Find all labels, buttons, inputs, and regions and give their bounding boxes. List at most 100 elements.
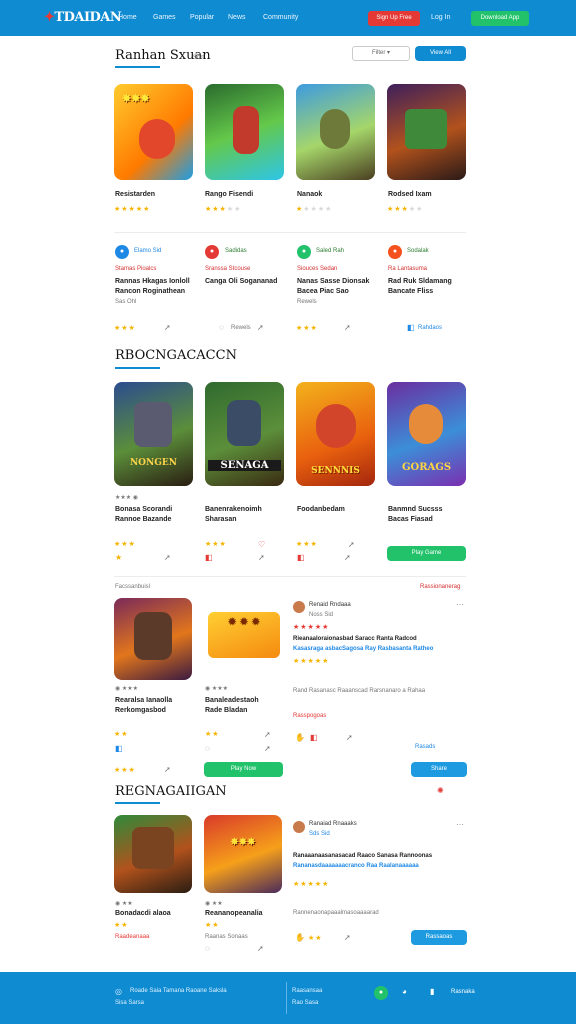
heart-icon[interactable]: ♡	[258, 540, 265, 549]
post-text[interactable]: Bacea Piac Sao	[297, 288, 349, 295]
game-title[interactable]: Banmnd Sucsss	[388, 506, 442, 513]
footer-text[interactable]: Raasansaa	[292, 988, 322, 994]
game-thumb-6[interactable]: SENAGA	[205, 382, 284, 486]
share-icon[interactable]: ➚	[264, 730, 271, 739]
footer-text[interactable]: Sisa Sarsa	[115, 1000, 144, 1006]
section1-sort[interactable]: Sort	[193, 55, 204, 61]
play-game-button[interactable]: Play Game	[387, 546, 466, 561]
bookmark-icon[interactable]: ◧	[407, 323, 415, 332]
share-icon[interactable]: ➚	[348, 540, 355, 549]
footer-brand[interactable]: Rasnaka	[451, 989, 475, 995]
comment-user[interactable]: Renaid Rndaaa	[309, 602, 351, 608]
section3-right-label[interactable]: Rassionanerag	[420, 584, 460, 590]
game-title[interactable]: Rango Fisendi	[205, 191, 253, 198]
game-title[interactable]: Nanaok	[297, 191, 322, 198]
reply-button[interactable]: Rassaoas	[411, 930, 467, 945]
game-title[interactable]: Foodanbedam	[297, 506, 345, 513]
nav-games[interactable]: Games	[153, 14, 176, 21]
share-icon[interactable]: ➚	[164, 765, 171, 774]
game-title[interactable]: Banaleadestaoh	[205, 697, 259, 704]
comment-text: Rieanaaloraionasbad Saracc Ranta Radcod	[293, 636, 417, 642]
nav-news[interactable]: News	[228, 14, 246, 21]
share-icon[interactable]: ➚	[344, 553, 351, 562]
game-thumb-9[interactable]	[114, 598, 192, 680]
game-meta: ◉ ★★	[115, 901, 133, 907]
post-author[interactable]: Sadidas	[225, 248, 247, 254]
bubble-icon[interactable]: ◕	[402, 987, 407, 996]
share-icon[interactable]: ➚	[264, 744, 271, 753]
share-icon[interactable]: ➚	[344, 933, 351, 942]
post-text[interactable]: Rancon Roginathean	[115, 288, 185, 295]
comment-more[interactable]: Rasspogoas	[293, 713, 326, 719]
phone-icon[interactable]: ▮	[430, 987, 434, 996]
chat-icon[interactable]: ●	[374, 986, 388, 1000]
game-thumb-5[interactable]: NONGEN	[114, 382, 193, 486]
hand-icon[interactable]: ✋	[295, 733, 305, 742]
download-button[interactable]: Download App	[471, 11, 529, 26]
game-thumb-1[interactable]: ✸✸✸	[114, 84, 193, 180]
comment-icon[interactable]: ◌	[219, 323, 224, 332]
game-title[interactable]: Resistarden	[115, 191, 155, 198]
section3-label: Facssanbuisl	[115, 584, 151, 590]
post-author[interactable]: Saled Rah	[316, 248, 344, 254]
rating-stars: ★★	[114, 731, 129, 738]
flame-icon[interactable]: ✺	[437, 786, 444, 795]
hand-icon[interactable]: ✋	[295, 933, 305, 942]
share-icon[interactable]: ➚	[257, 323, 264, 332]
game-title[interactable]: Bonasa Scorandi	[115, 506, 172, 513]
post-text[interactable]: Nanas Sasse Dionsak	[297, 278, 369, 285]
game-thumb-11[interactable]	[114, 815, 192, 893]
thumb-logo: ✸✸✸	[230, 837, 256, 848]
game-title[interactable]: Rearalsa Ianaolla	[115, 697, 172, 704]
rating-stars: ★★	[205, 731, 220, 738]
post-text[interactable]: Rad Ruk Sldamang	[388, 278, 452, 285]
share-button[interactable]: Share	[411, 762, 467, 777]
post-text[interactable]: Rannas Hkagas Ionloll	[115, 278, 190, 285]
bookmark-icon[interactable]: ◧	[310, 733, 318, 742]
login-link[interactable]: Log In	[431, 14, 450, 21]
post-text[interactable]: Bancate Fliss	[388, 288, 433, 295]
bookmark-icon[interactable]: ◧	[115, 744, 123, 753]
globe-icon: ◎	[115, 987, 122, 996]
filter-select[interactable]: Filter ▾	[352, 46, 410, 61]
share-icon[interactable]: ➚	[257, 944, 264, 953]
author-avatar: ●	[297, 245, 311, 259]
share-icon[interactable]: ➚	[344, 323, 351, 332]
footer-text[interactable]: Rao Sasa	[292, 1000, 318, 1006]
share-icon[interactable]: ➚	[346, 733, 353, 742]
post-author[interactable]: Elamo Sid	[134, 248, 161, 254]
post-text[interactable]: Canga Oli Sogananad	[205, 278, 277, 285]
game-thumb-7[interactable]: SENNNIS	[296, 382, 375, 486]
comment-icon[interactable]: ◌	[205, 744, 210, 753]
share-icon[interactable]: ➚	[258, 553, 265, 562]
character-figure	[134, 612, 172, 660]
comment-icon[interactable]: ◌	[205, 944, 210, 953]
bookmark-icon[interactable]: ◧	[297, 553, 305, 562]
nav-home[interactable]: Home	[118, 14, 137, 21]
more-icon[interactable]: ···	[456, 600, 464, 609]
game-thumb-12[interactable]: ✸✸✸	[204, 815, 282, 893]
bookmark-icon[interactable]: ◧	[205, 553, 213, 562]
signup-button[interactable]: Sign Up Free	[368, 11, 420, 26]
post-author[interactable]: Sodalak	[407, 248, 429, 254]
more-icon[interactable]: ···	[456, 820, 464, 829]
comment-user[interactable]: Ranaiad Rnaaaks	[309, 821, 357, 827]
game-title[interactable]: Rodsed Ixam	[388, 191, 432, 198]
nav-community[interactable]: Community	[263, 14, 298, 21]
share-icon[interactable]: ➚	[164, 323, 171, 332]
site-logo[interactable]: ✦TDAIDAN	[44, 10, 122, 25]
game-title[interactable]: Banenrakenoimh	[205, 506, 262, 513]
game-thumb-8[interactable]: GORAGS	[387, 382, 466, 486]
game-thumb-10[interactable]: ✹ ✹ ✹	[204, 598, 284, 680]
game-thumb-3[interactable]	[296, 84, 375, 180]
game-title[interactable]: Bonadacdi alaoa	[115, 910, 171, 917]
comment-link[interactable]: Rasads	[415, 744, 435, 750]
play-now-button[interactable]: Play Now	[204, 762, 283, 777]
footer-text[interactable]: Roade Saia Tamana Raoane Saksla	[130, 988, 227, 994]
game-thumb-2[interactable]	[205, 84, 284, 180]
nav-popular[interactable]: Popular	[190, 14, 214, 21]
game-title[interactable]: Reananopeanalia	[205, 910, 263, 917]
game-thumb-4[interactable]	[387, 84, 466, 180]
view-all-button[interactable]: View All	[415, 46, 466, 61]
share-icon[interactable]: ➚	[164, 553, 171, 562]
